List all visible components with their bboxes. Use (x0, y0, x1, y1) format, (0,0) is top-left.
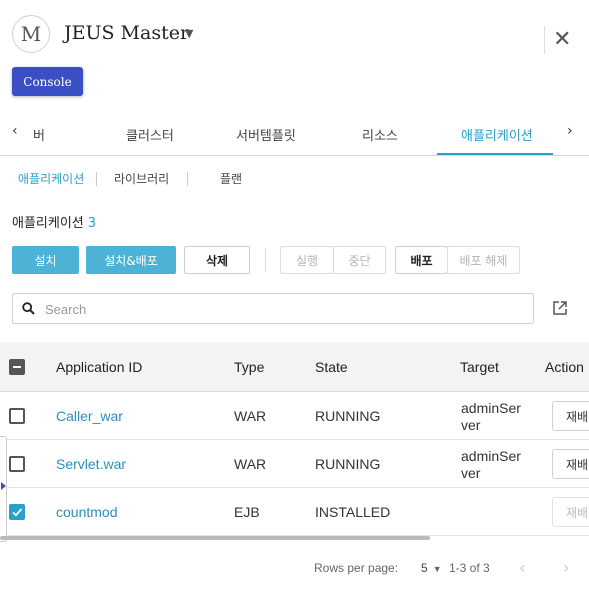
application-state: INSTALLED (315, 504, 391, 520)
application-type: WAR (234, 408, 267, 424)
redeploy-button[interactable]: 재배 (552, 497, 589, 527)
application-type: WAR (234, 456, 267, 472)
search-icon (22, 302, 35, 315)
toolbar-divider (265, 248, 266, 272)
column-header-type[interactable]: Type (234, 359, 264, 375)
redeploy-button[interactable]: 재배 (552, 449, 589, 479)
export-icon[interactable] (552, 300, 568, 316)
caret-down-icon[interactable]: ▼ (185, 27, 193, 40)
dropdown-caret-icon: ▼ (432, 564, 442, 574)
column-header-id[interactable]: Application ID (56, 359, 142, 375)
application-target: adminServer (461, 448, 521, 481)
row-checkbox[interactable] (9, 504, 25, 520)
search-input[interactable] (45, 299, 525, 319)
stop-button[interactable]: 중단 (333, 246, 386, 274)
rows-per-page-select[interactable]: 5 ▼ (421, 561, 442, 575)
prev-page-icon[interactable]: ‹ (519, 558, 525, 577)
avatar: M (12, 15, 50, 53)
column-header-target[interactable]: Target (460, 359, 499, 375)
table-row: countmod EJB INSTALLED 재배 (0, 488, 589, 536)
application-type: EJB (234, 504, 260, 520)
tab-cluster[interactable]: 클러스터 (126, 125, 174, 144)
next-page-icon[interactable]: › (563, 558, 569, 577)
table-row: Caller_war WAR RUNNING adminServer 재배 (0, 392, 589, 440)
section-title: 애플리케이션 3 (12, 212, 96, 231)
search-box (12, 293, 534, 324)
expand-arrow-icon[interactable] (1, 482, 6, 490)
tab-application[interactable]: 애플리케이션 (461, 125, 533, 144)
tab-server-template[interactable]: 서버템플릿 (236, 125, 296, 144)
section-title-label: 애플리케이션 (12, 216, 84, 231)
active-tab-indicator (437, 153, 553, 155)
dialog-header: M JEUS Master ▼ ✕ Console (0, 0, 589, 110)
header-divider (544, 26, 545, 54)
chevron-left-icon[interactable]: ‹ (12, 123, 18, 139)
application-target: adminServer (461, 400, 521, 433)
delete-button[interactable]: 삭제 (184, 246, 250, 274)
horizontal-scrollbar[interactable] (0, 536, 430, 540)
column-header-state[interactable]: State (315, 359, 348, 375)
subtab-divider (96, 172, 97, 186)
application-count: 3 (87, 216, 97, 231)
table-header: Application ID Type State Target Action (0, 342, 589, 392)
console-button[interactable]: Console (12, 67, 83, 96)
run-button[interactable]: 실행 (280, 246, 334, 274)
server-title: JEUS Master (64, 22, 190, 44)
subtab-application[interactable]: 애플리케이션 (18, 170, 84, 187)
application-id-link[interactable]: Servlet.war (56, 456, 126, 472)
rows-per-page-label: Rows per page: (314, 561, 399, 575)
install-deploy-button[interactable]: 설치&배포 (86, 246, 176, 274)
select-all-checkbox[interactable] (9, 359, 25, 375)
application-id-link[interactable]: Caller_war (56, 408, 123, 424)
application-state: RUNNING (315, 456, 381, 472)
tab-server[interactable]: 버 (33, 125, 45, 144)
check-icon (12, 508, 23, 517)
deploy-button[interactable]: 배포 (395, 246, 448, 274)
undeploy-button[interactable]: 배포 해제 (447, 246, 520, 274)
main-tabs: ‹ 버 클러스터 서버템플릿 리소스 애플리케이션 › (0, 113, 589, 156)
subtab-plan[interactable]: 플랜 (220, 170, 242, 187)
subtab-divider (187, 172, 188, 186)
tab-resource[interactable]: 리소스 (362, 125, 398, 144)
table-row: Servlet.war WAR RUNNING adminServer 재배 (0, 440, 589, 488)
rows-per-page-value: 5 (421, 561, 428, 575)
row-checkbox[interactable] (9, 408, 25, 424)
install-button[interactable]: 설치 (12, 246, 79, 274)
application-id-link[interactable]: countmod (56, 504, 117, 520)
subtab-library[interactable]: 라이브러리 (114, 170, 169, 187)
row-checkbox[interactable] (9, 456, 25, 472)
application-state: RUNNING (315, 408, 381, 424)
redeploy-button[interactable]: 재배 (552, 401, 589, 431)
close-icon[interactable]: ✕ (553, 27, 571, 53)
pagination-range: 1-3 of 3 (449, 561, 490, 575)
chevron-right-icon[interactable]: › (567, 123, 573, 139)
column-header-action: Action (545, 359, 584, 375)
